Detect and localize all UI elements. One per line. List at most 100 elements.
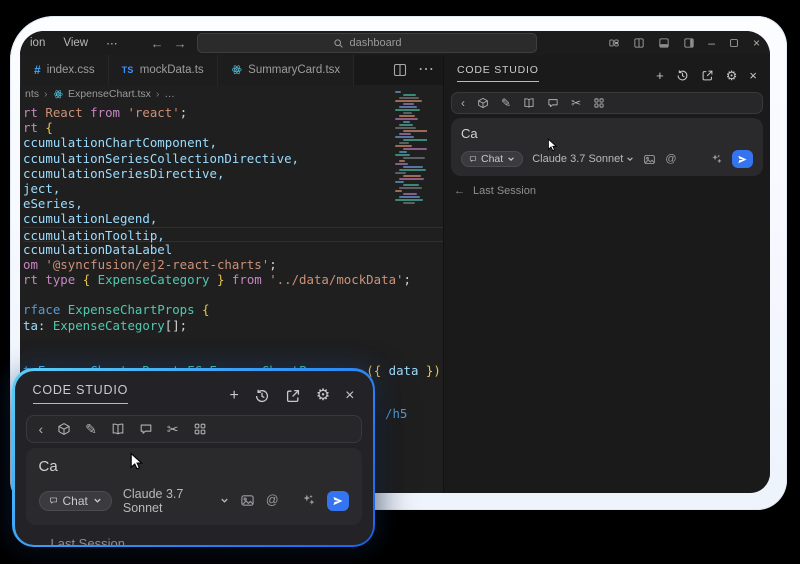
window-close-button[interactable]: ×: [753, 37, 760, 49]
history-icon[interactable]: [254, 388, 270, 404]
open-external-icon[interactable]: [285, 388, 301, 404]
editor-more-actions-icon[interactable]: ⋯: [418, 62, 434, 78]
chevron-down-icon: [220, 496, 229, 505]
mode-label: Chat: [63, 494, 88, 508]
chat-input-value[interactable]: Ca: [461, 126, 753, 141]
tab-label: index.css: [47, 64, 95, 76]
settings-gear-icon[interactable]: ⚙: [726, 69, 738, 82]
close-icon[interactable]: ×: [749, 69, 757, 82]
grid-icon[interactable]: [193, 422, 207, 436]
minimap[interactable]: [395, 91, 427, 213]
arrow-left-icon: ←: [454, 186, 465, 197]
css-file-icon: #: [34, 63, 41, 77]
panel-header-icons: + ⚙ ×: [656, 69, 757, 82]
model-select[interactable]: Claude 3.7 Sonnet: [532, 153, 634, 165]
last-session-label: Last Session: [51, 536, 125, 545]
mode-select[interactable]: Chat: [461, 151, 523, 167]
nav-forward-icon[interactable]: →: [174, 37, 187, 50]
tab-label: SummaryCard.tsx: [248, 64, 340, 76]
customize-layout-icon[interactable]: [608, 37, 620, 49]
new-session-icon[interactable]: +: [229, 388, 238, 404]
panel-title[interactable]: CODE STUDIO: [33, 383, 129, 404]
last-session-link[interactable]: ← Last Session: [28, 536, 357, 545]
scissors-icon[interactable]: ✂: [571, 97, 581, 109]
sparkles-icon[interactable]: [710, 153, 723, 166]
code-line: eSeries,: [23, 196, 443, 211]
cube-icon[interactable]: [477, 97, 489, 109]
chat-controls-row: Chat Claude 3.7 Sonnet @: [461, 150, 753, 168]
last-session-link[interactable]: ← Last Session: [454, 185, 757, 197]
settings-gear-icon[interactable]: ⚙: [316, 388, 330, 404]
cube-icon[interactable]: [57, 422, 71, 436]
edit-pencil-icon[interactable]: ✎: [501, 97, 511, 109]
sparkles-icon[interactable]: [301, 493, 316, 508]
code-line: [23, 333, 443, 348]
breadcrumb-folder[interactable]: nts: [25, 88, 39, 100]
toggle-sidebar-icon[interactable]: [633, 37, 645, 49]
code-line: om '@syncfusion/ej2-react-charts';: [23, 257, 443, 272]
menu-item-view[interactable]: View: [54, 37, 97, 49]
code-line: rt type { ExpenseCategory } from '../dat…: [23, 272, 443, 287]
book-icon[interactable]: [523, 97, 535, 109]
nav-back-icon[interactable]: ←: [151, 37, 164, 50]
breadcrumb-file[interactable]: ExpenseChart.tsx: [68, 88, 151, 100]
comment-icon[interactable]: [139, 422, 153, 436]
menu-item-cropped[interactable]: ion: [20, 37, 54, 49]
breadcrumb-separator: ›: [44, 88, 48, 100]
close-icon[interactable]: ×: [345, 388, 354, 404]
panel-title[interactable]: CODE STUDIO: [457, 64, 539, 82]
last-session-label: Last Session: [473, 185, 536, 197]
open-external-icon[interactable]: [701, 69, 714, 82]
window-minimize-button[interactable]: –: [708, 37, 715, 49]
codestudio-header: CODE STUDIO + ⚙ ×: [15, 371, 373, 404]
tab-index-css[interactable]: # index.css: [20, 55, 109, 85]
tab-mockdata-ts[interactable]: TS mockData.ts: [109, 55, 218, 85]
new-session-icon[interactable]: +: [656, 69, 664, 82]
history-icon[interactable]: [676, 69, 689, 82]
breadcrumb-symbol[interactable]: …: [164, 88, 175, 100]
mode-select[interactable]: Chat: [39, 491, 112, 511]
titlebar-right-icons: – ×: [608, 31, 760, 55]
send-button[interactable]: [327, 491, 349, 511]
titlebar: ion View ⋯ ← → dashboard – ×: [20, 31, 770, 55]
code-line: rface ExpenseChartProps {: [23, 302, 443, 317]
command-search-box[interactable]: dashboard: [197, 33, 537, 53]
book-icon[interactable]: [111, 422, 125, 436]
tab-label: mockData.ts: [140, 64, 204, 76]
mention-at-icon[interactable]: @: [266, 494, 279, 507]
edit-pencil-icon[interactable]: ✎: [85, 422, 97, 436]
chevron-down-icon: [507, 155, 515, 163]
tab-actions: ⋯: [392, 55, 443, 85]
chat-input-value[interactable]: Ca: [39, 458, 349, 475]
grid-icon[interactable]: [593, 97, 605, 109]
chat-controls-row: Chat Claude 3.7 Sonnet @: [39, 487, 349, 515]
comment-icon[interactable]: [547, 97, 559, 109]
window-maximize-button[interactable]: [728, 37, 740, 49]
codestudio-header: CODE STUDIO + ⚙ ×: [444, 55, 770, 82]
code-line: rt React from 'react';: [23, 105, 443, 120]
chat-input[interactable]: Ca Chat Claude 3.7 Sonnet @: [26, 448, 362, 525]
model-select[interactable]: Claude 3.7 Sonnet: [123, 487, 229, 515]
toggle-panel-icon[interactable]: [658, 37, 670, 49]
send-button[interactable]: [732, 150, 753, 168]
menu-overflow[interactable]: ⋯: [97, 36, 127, 50]
chat-bubble-icon: [469, 155, 477, 163]
split-editor-icon[interactable]: [392, 62, 408, 78]
toggle-secondary-sidebar-icon[interactable]: [683, 37, 695, 49]
nav-arrows: ← →: [151, 37, 187, 50]
chat-input[interactable]: Ca Chat Claude 3.7 Sonnet @: [451, 118, 763, 176]
attach-image-icon[interactable]: [643, 153, 656, 166]
code-line: rt {: [23, 120, 443, 135]
mention-at-icon[interactable]: @: [665, 154, 676, 165]
code-line: ccumulationSeriesCollectionDirective,: [23, 151, 443, 166]
code-line: ta: ExpenseCategory[];: [23, 318, 443, 333]
tab-summarycard-tsx[interactable]: SummaryCard.tsx: [218, 55, 355, 85]
codestudio-zoom-card: CODE STUDIO + ⚙ × ‹ ✎ ✂ Ca Chat Claude 3…: [15, 371, 373, 545]
back-icon[interactable]: ‹: [461, 97, 465, 109]
back-icon[interactable]: ‹: [39, 422, 44, 436]
code-line: ccumulationTooltip,: [23, 227, 443, 242]
attach-image-icon[interactable]: [240, 493, 255, 508]
codestudio-panel: CODE STUDIO + ⚙ × ‹ ✎ ✂ Ca Chat Claude 3…: [443, 55, 770, 493]
scissors-icon[interactable]: ✂: [167, 422, 179, 436]
tab-bar: # index.css TS mockData.ts SummaryCard.t…: [20, 55, 443, 85]
